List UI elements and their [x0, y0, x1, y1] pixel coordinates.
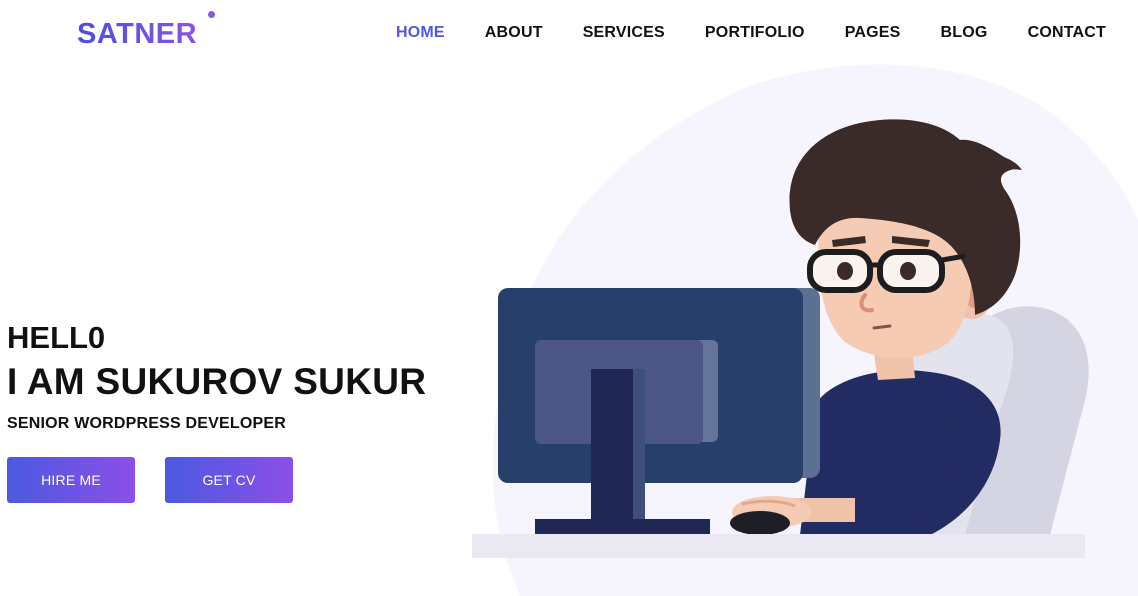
hero-text: HELL0 I AM SUKUROV SUKUR SENIOR WORDPRES… [7, 320, 426, 503]
nav-link-contact[interactable]: CONTACT [1028, 24, 1106, 41]
nav-link-services[interactable]: SERVICES [583, 24, 665, 41]
hire-me-button[interactable]: HIRE ME [7, 457, 135, 503]
get-cv-button[interactable]: GET CV [165, 457, 293, 503]
nav-item-portfolio: PORTIFOLIO [705, 24, 805, 42]
nav-item-services: SERVICES [583, 24, 665, 42]
site-logo[interactable]: SATNER [77, 17, 197, 51]
hero-name: I AM SUKUROV SUKUR [7, 361, 427, 402]
nav-item-home: HOME [396, 24, 445, 42]
nav-item-contact: CONTACT [1028, 24, 1106, 42]
nav-link-home[interactable]: HOME [396, 24, 445, 41]
developer-illustration [472, 64, 1138, 596]
desk-illustration [472, 534, 1085, 558]
hero-greeting: HELL0 [7, 320, 106, 355]
nav-item-pages: PAGES [845, 24, 901, 42]
hero-role: SENIOR WORDPRESS DEVELOPER [7, 415, 287, 432]
nav-link-about[interactable]: ABOUT [485, 24, 543, 41]
nav-item-about: ABOUT [485, 24, 543, 42]
nav-link-portfolio[interactable]: PORTIFOLIO [705, 24, 805, 41]
hero-buttons: HIRE ME GET CV [7, 457, 426, 503]
nav-item-blog: BLOG [941, 24, 988, 42]
main-nav: HOME ABOUT SERVICES PORTIFOLIO PAGES BLO… [396, 24, 1106, 42]
nav-link-blog[interactable]: BLOG [941, 24, 988, 41]
nav-link-pages[interactable]: PAGES [845, 24, 901, 41]
dot-icon [208, 11, 215, 18]
